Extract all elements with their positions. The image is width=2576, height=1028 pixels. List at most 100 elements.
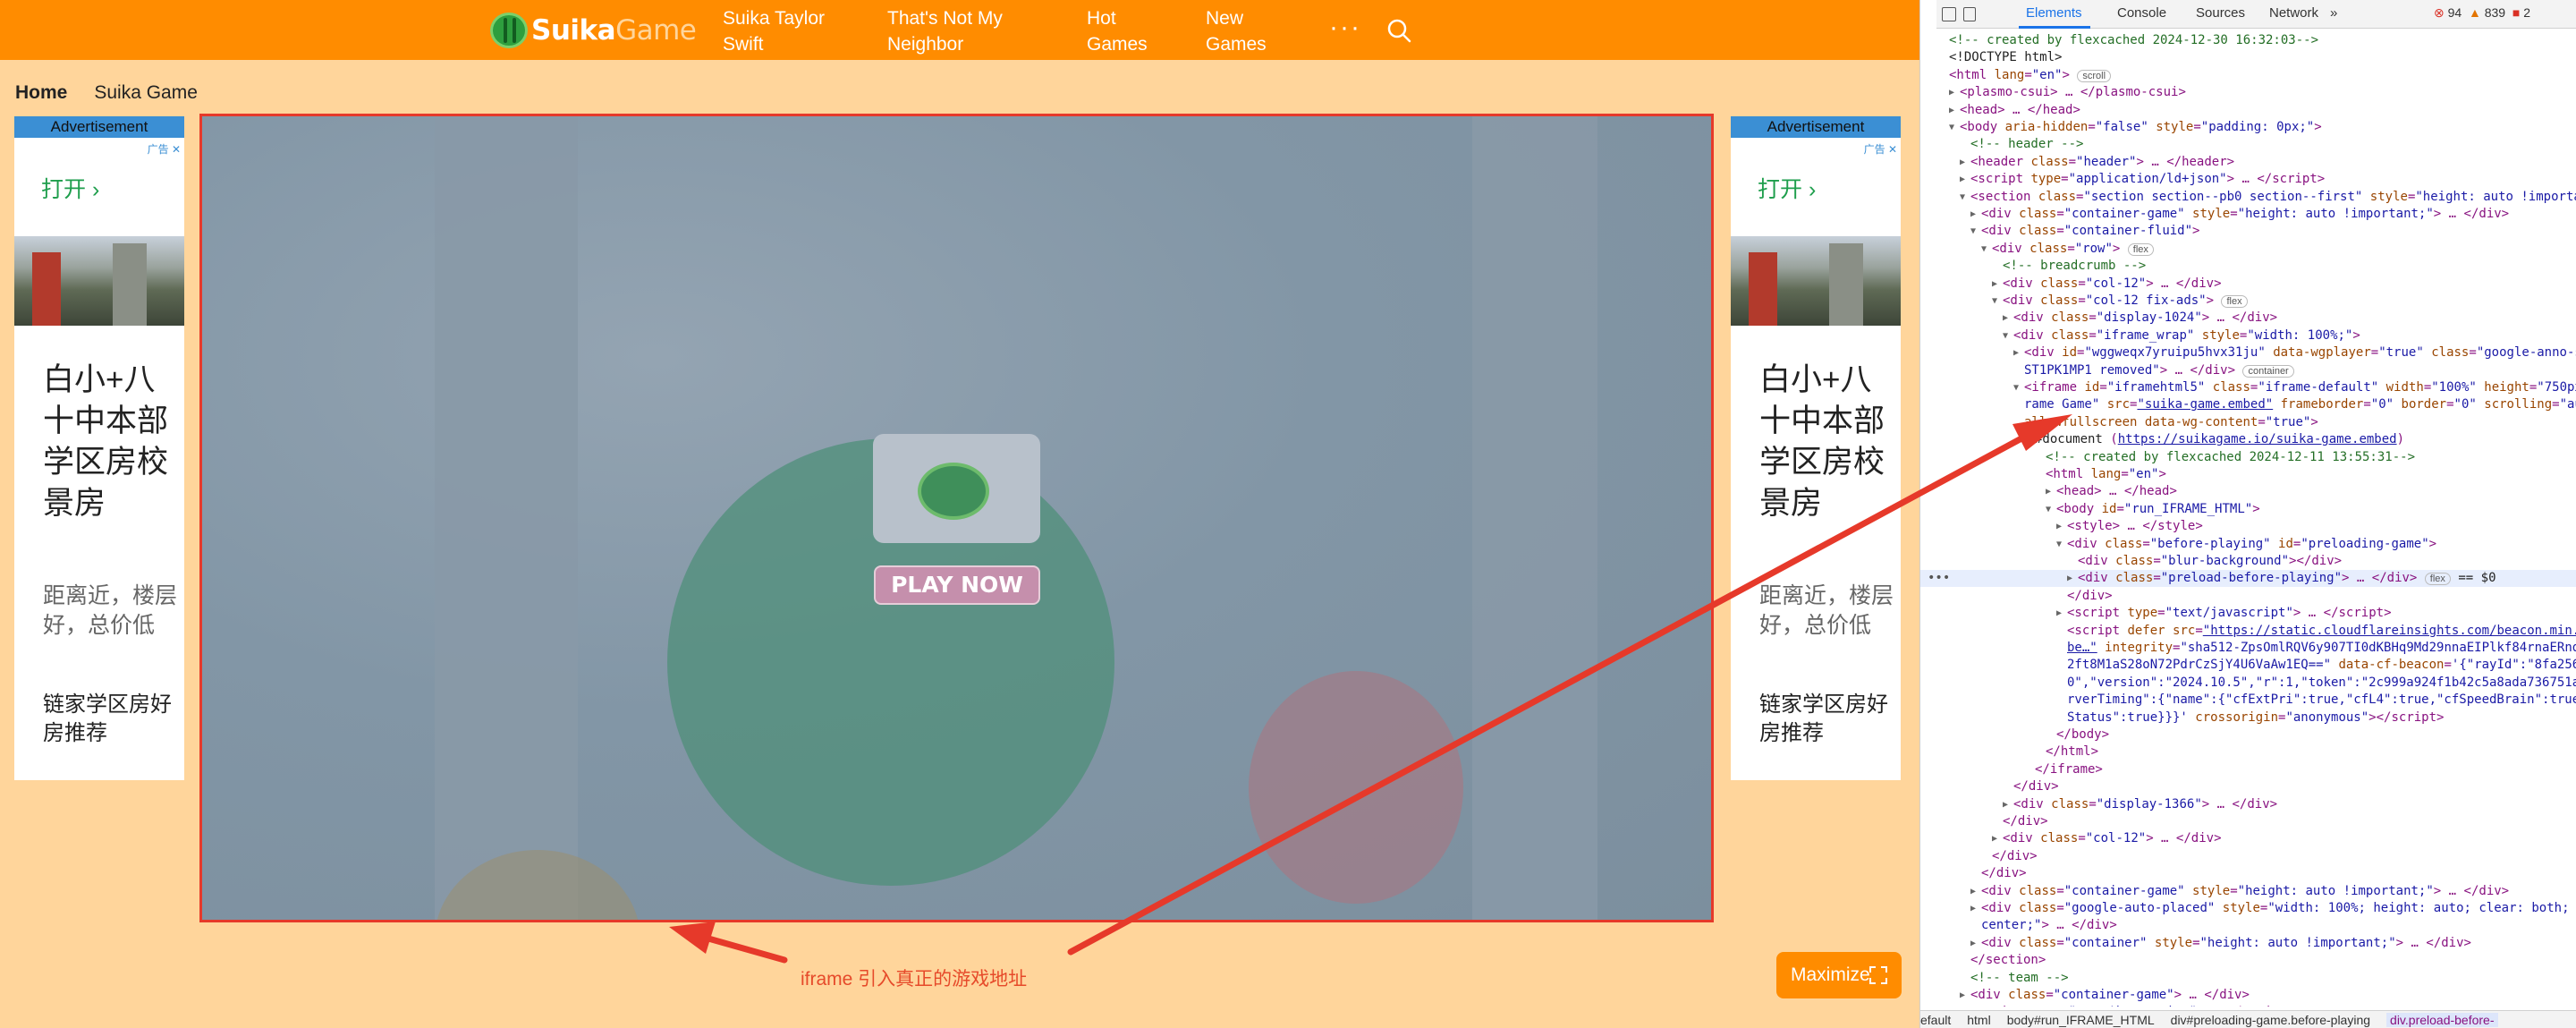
nav-suika-taylor-swift[interactable]: Suika Taylor Swift bbox=[723, 5, 857, 57]
collapse-triangle-icon[interactable]: ▼ bbox=[1981, 241, 1987, 258]
expand-triangle-icon[interactable]: ▶ bbox=[1960, 171, 1965, 188]
collapse-triangle-icon[interactable]: ▼ bbox=[1960, 189, 1965, 206]
dom-node-row[interactable]: ▶ <head> … </head> bbox=[1920, 483, 2576, 500]
collapse-triangle-icon[interactable]: ▼ bbox=[2056, 536, 2062, 553]
collapse-triangle-icon[interactable]: ▼ bbox=[1970, 223, 1976, 240]
expand-triangle-icon[interactable]: ▶ bbox=[1960, 987, 1965, 1004]
left-ad[interactable]: Advertisement 广告 ✕ 打开 › 白小+八十中本部学区房校景房 距… bbox=[14, 116, 184, 780]
dom-node-row[interactable]: </html> bbox=[1920, 743, 2576, 760]
expand-triangle-icon[interactable]: ▶ bbox=[1949, 102, 1954, 119]
dom-crumb[interactable]: body#run_IFRAME_HTML bbox=[2007, 1013, 2155, 1027]
dom-node-row[interactable]: 2ft8M1aS28oN72PdrCzSjY4U6VaAw1EQ==" data… bbox=[1920, 657, 2576, 674]
close-icon[interactable]: ✕ bbox=[172, 143, 181, 156]
game-iframe[interactable]: PLAY NOW bbox=[199, 114, 1714, 922]
dom-node-row[interactable]: center;"> … </div> bbox=[1920, 917, 2576, 934]
nav-new-games[interactable]: New Games bbox=[1206, 5, 1277, 57]
expand-triangle-icon[interactable]: ▶ bbox=[1949, 84, 1954, 101]
dom-node-row[interactable]: <script defer src="https://static.cloudf… bbox=[1920, 623, 2576, 640]
collapse-triangle-icon[interactable]: ▼ bbox=[1949, 119, 1954, 136]
dom-node-row[interactable]: ▶ <div class="container" style="height: a… bbox=[1920, 935, 2576, 952]
dom-node-row[interactable]: ▶ <div class="col-12"> … </div> bbox=[1920, 830, 2576, 847]
dom-crumb[interactable]: efault bbox=[1920, 1013, 1951, 1027]
dom-node-row[interactable]: ▶ <div id="wggweqx7yruipu5hvx31ju" data-w… bbox=[1920, 344, 2576, 361]
dom-crumb[interactable]: div.preload-before- bbox=[2386, 1013, 2498, 1027]
collapse-triangle-icon[interactable]: ▼ bbox=[2003, 327, 2008, 344]
maximize-button[interactable]: Maximize bbox=[1776, 952, 1902, 998]
dom-node-row[interactable]: </div> bbox=[1920, 778, 2576, 795]
dom-node-row[interactable]: </body> bbox=[1920, 726, 2576, 743]
row-menu-icon[interactable]: ••• bbox=[1928, 570, 1950, 587]
dom-node-row[interactable]: <!-- team --> bbox=[1920, 970, 2576, 987]
dom-node-row[interactable]: allowfullscreen data-wg-content="true"> bbox=[1920, 414, 2576, 431]
dom-node-row[interactable]: </div> bbox=[1920, 848, 2576, 865]
ad-open-button[interactable]: 打开 › bbox=[41, 172, 99, 204]
expand-triangle-icon[interactable]: ▶ bbox=[2056, 518, 2062, 535]
expand-triangle-icon[interactable]: ▶ bbox=[1970, 900, 1976, 917]
dom-node-row[interactable]: be…" integrity="sha512-ZpsOmlRQV6y907TI0… bbox=[1920, 640, 2576, 657]
expand-triangle-icon[interactable]: ▶ bbox=[2013, 344, 2019, 361]
dom-node-row[interactable]: <html lang="en"> bbox=[1920, 466, 2576, 483]
expand-triangle-icon[interactable]: ▶ bbox=[2003, 310, 2008, 327]
more-tabs-button[interactable]: » bbox=[2330, 5, 2337, 21]
dom-node-row[interactable]: ▼ <body id="run_IFRAME_HTML"> bbox=[1920, 501, 2576, 518]
dom-node-row[interactable]: ▼ <div class="row"> flex bbox=[1920, 241, 2576, 258]
ad-open-button[interactable]: 打开 › bbox=[1758, 172, 1816, 204]
expand-triangle-icon[interactable]: ▶ bbox=[2046, 483, 2051, 500]
collapse-triangle-icon[interactable]: ▼ bbox=[1992, 293, 1997, 310]
dom-node-row[interactable]: ▶ <header class="header"> … </header> bbox=[1920, 154, 2576, 171]
dom-node-row[interactable]: ▼ <div class="iframe_wrap" style="width: … bbox=[1920, 327, 2576, 344]
close-icon[interactable]: ✕ bbox=[1888, 143, 1897, 156]
inspect-element-icon[interactable] bbox=[1942, 7, 1956, 21]
breadcrumb-home[interactable]: Home bbox=[15, 82, 67, 103]
expand-triangle-icon[interactable]: ▶ bbox=[1960, 154, 1965, 171]
play-now-button[interactable]: PLAY NOW bbox=[874, 565, 1040, 605]
dom-node-row[interactable]: <!-- header --> bbox=[1920, 136, 2576, 153]
dom-node-row[interactable]: </iframe> bbox=[1920, 761, 2576, 778]
dom-node-row[interactable]: ▼ <div class="col-12 fix-ads"> flex bbox=[1920, 293, 2576, 310]
collapse-triangle-icon[interactable]: ▼ bbox=[2046, 501, 2051, 518]
collapse-triangle-icon[interactable]: ▼ bbox=[2024, 431, 2029, 448]
device-toolbar-icon[interactable] bbox=[1963, 7, 1976, 21]
dom-node-row[interactable]: </div> bbox=[1920, 813, 2576, 830]
expand-triangle-icon[interactable]: ▶ bbox=[1992, 830, 1997, 847]
dom-node-row[interactable]: Status":true}}}' crossorigin="anonymous"… bbox=[1920, 709, 2576, 726]
expand-triangle-icon[interactable]: ▶ bbox=[1970, 883, 1976, 900]
nav-more-button[interactable]: ··· bbox=[1329, 13, 1361, 43]
dom-node-row[interactable]: ▼ <section class="section section--pb0 se… bbox=[1920, 189, 2576, 206]
dom-node-row[interactable]: ▼ #document (https://suikagame.io/suika-g… bbox=[1920, 431, 2576, 448]
dom-node-row[interactable]: ▶ <div class="container-game" style="heig… bbox=[1920, 883, 2576, 900]
dom-node-row[interactable]: rverTiming":{"name":{"cfExtPri":true,"cf… bbox=[1920, 692, 2576, 709]
dom-node-row[interactable]: ▶ <div class="display-1024"> … </div> bbox=[1920, 310, 2576, 327]
tab-console[interactable]: Console bbox=[2117, 5, 2166, 21]
nav-thats-not-my-neighbor[interactable]: That's Not My Neighbor bbox=[887, 5, 1021, 57]
dom-node-row[interactable]: rame Game" src="suika-game.embed" frameb… bbox=[1920, 396, 2576, 413]
dom-node-row[interactable]: <!-- created by flexcached 2024-12-11 13… bbox=[1920, 449, 2576, 466]
dom-node-row[interactable]: 0","version":"2024.10.5","r":1,"token":"… bbox=[1920, 675, 2576, 692]
site-logo[interactable]: Suika Game bbox=[490, 13, 697, 48]
dom-node-row[interactable]: ▶ <div class="container-game" style="heig… bbox=[1920, 206, 2576, 223]
tab-sources[interactable]: Sources bbox=[2196, 5, 2245, 21]
dom-node-row[interactable]: ▶ <script type="text/javascript"> … </scr… bbox=[1920, 1004, 2576, 1007]
expand-triangle-icon[interactable]: ▶ bbox=[2067, 570, 2072, 587]
search-icon[interactable] bbox=[1386, 18, 1411, 43]
dom-node-row[interactable]: ▼ <iframe id="iframehtml5" class="iframe-… bbox=[1920, 379, 2576, 396]
dom-node-row[interactable]: ▶ <head> … </head> bbox=[1920, 102, 2576, 119]
expand-triangle-icon[interactable]: ▶ bbox=[2003, 796, 2008, 813]
dom-node-row[interactable]: </div> bbox=[1920, 865, 2576, 882]
dom-node-row[interactable]: ▶ <style> … </style> bbox=[1920, 518, 2576, 535]
dom-node-row[interactable]: ▼ <body aria-hidden="false" style="paddin… bbox=[1920, 119, 2576, 136]
dom-node-row[interactable]: <html lang="en"> scroll bbox=[1920, 67, 2576, 84]
dom-node-row[interactable]: <!-- created by flexcached 2024-12-30 16… bbox=[1920, 32, 2576, 49]
expand-triangle-icon[interactable]: ▶ bbox=[2056, 605, 2062, 622]
expand-triangle-icon[interactable]: ▶ bbox=[1970, 206, 1976, 223]
devtools-counters[interactable]: ⊗ 94 ▲ 839 ■ 2 bbox=[2434, 5, 2530, 21]
dom-node-row[interactable]: ▶ <script type="text/javascript"> … </scr… bbox=[1920, 605, 2576, 622]
dom-node-row[interactable]: ST1PK1MP1 removed"> … </div> container bbox=[1920, 362, 2576, 379]
dom-node-row[interactable]: ▶ <div class="container-game"> … </div> bbox=[1920, 987, 2576, 1004]
dom-crumb[interactable]: html bbox=[1967, 1013, 1990, 1027]
dom-node-row[interactable]: </section> bbox=[1920, 952, 2576, 969]
dom-node-row[interactable]: <!DOCTYPE html> bbox=[1920, 49, 2576, 66]
dom-node-row[interactable]: ▶ <plasmo-csui> … </plasmo-csui> bbox=[1920, 84, 2576, 101]
expand-triangle-icon[interactable]: ▶ bbox=[1970, 935, 1976, 952]
right-ad[interactable]: Advertisement 广告 ✕ 打开 › 白小+八十中本部学区房校景房 距… bbox=[1731, 116, 1901, 780]
